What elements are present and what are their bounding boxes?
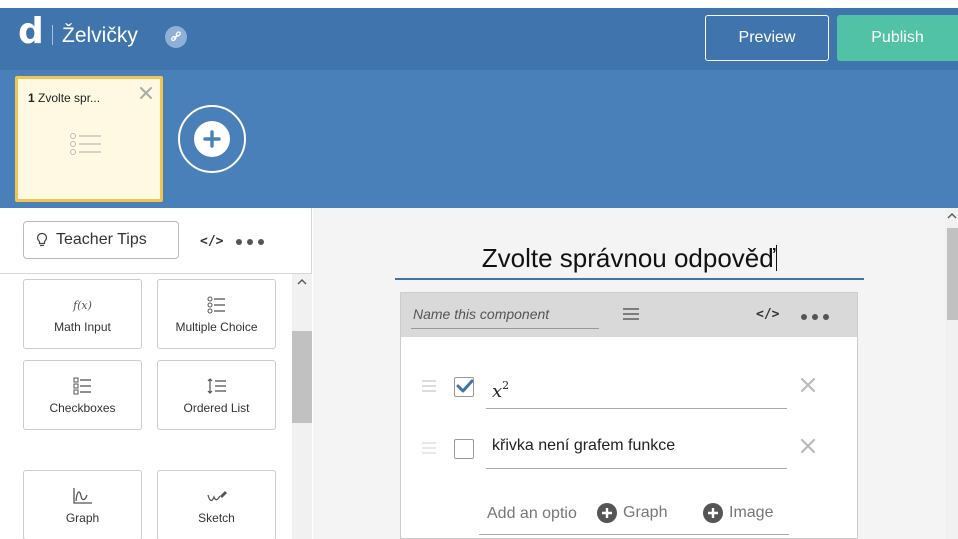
hamburger-icon[interactable] [622, 307, 640, 321]
drag-handle-icon[interactable] [421, 441, 437, 455]
close-icon[interactable] [799, 376, 817, 394]
tile-label: Ordered List [183, 401, 250, 415]
link-icon [171, 31, 181, 42]
ordered-list-tile[interactable]: Ordered List [157, 360, 276, 430]
chevron-up-icon[interactable] [297, 278, 307, 286]
code-icon[interactable]: </> [200, 234, 223, 249]
add-image-button[interactable]: Image [703, 503, 774, 523]
close-icon[interactable] [799, 437, 817, 455]
add-screen-button[interactable] [178, 105, 246, 173]
sidebar-header: Teacher Tips </> [0, 208, 312, 274]
plus-circle-icon [703, 503, 723, 523]
top-strip [0, 0, 958, 8]
preview-button[interactable]: Preview [705, 15, 829, 61]
tile-label: Graph [65, 511, 100, 525]
tile-label: Sketch [198, 511, 235, 525]
graph-icon [72, 488, 92, 504]
question-title-input[interactable]: Zvolte správnou odpověď [395, 238, 864, 280]
top-bar: d Želvičky Preview Publish [0, 0, 958, 70]
checkboxes-tile[interactable]: Checkboxes [23, 360, 142, 430]
tile-label: Multiple Choice [175, 320, 258, 334]
choice-row: x2 [401, 363, 857, 415]
more-options-button[interactable] [801, 314, 829, 320]
sketch-tile[interactable]: Sketch [157, 470, 276, 539]
fx-icon: f(x) [73, 298, 92, 312]
choice-input[interactable]: křivka není grafem funkce [486, 423, 787, 469]
sidebar-scroll-thumb[interactable] [292, 331, 312, 423]
checkboxes-icon [73, 377, 91, 395]
teacher-tips-button[interactable]: Teacher Tips [23, 221, 179, 259]
checkmark-icon [456, 379, 474, 393]
screen-title: Zvolte spr... [38, 91, 101, 105]
plus-icon [194, 121, 230, 157]
teacher-tips-label: Teacher Tips [56, 231, 147, 248]
title-divider [52, 25, 53, 45]
multiple-choice-tile[interactable]: Multiple Choice [157, 279, 276, 349]
multiple-choice-icon [207, 296, 225, 314]
share-link-button[interactable] [165, 26, 187, 48]
publish-button[interactable]: Publish [837, 15, 958, 61]
component-header: Name this component </> [401, 293, 857, 337]
add-graph-label: Graph [623, 504, 668, 521]
tile-label: Math Input [54, 320, 111, 334]
code-icon[interactable]: </> [756, 307, 779, 322]
plus-circle-icon [597, 503, 617, 523]
editor-scrollbar[interactable] [945, 208, 958, 539]
math-variable: x [492, 381, 503, 402]
desmos-logo[interactable]: d [18, 14, 44, 50]
add-image-label: Image [729, 504, 774, 521]
sidebar-scrollbar[interactable] [292, 274, 312, 539]
multiple-choice-icon [70, 133, 101, 155]
question-title-text: Zvolte správnou odpověď [481, 243, 776, 273]
sketch-icon [206, 491, 227, 502]
activity-title[interactable]: Želvičky [62, 24, 138, 48]
math-input-tile[interactable]: f(x) Math Input [23, 279, 142, 349]
screen-number: 1 [28, 91, 35, 105]
component-name-field[interactable]: Name this component [411, 303, 599, 329]
drag-handle-icon[interactable] [421, 379, 437, 393]
multiple-choice-component: Name this component </> x2 křivka není g… [400, 292, 858, 539]
more-options-button[interactable] [236, 239, 264, 245]
add-graph-button[interactable]: Graph [597, 503, 668, 523]
choice-row: křivka není grafem funkce [401, 423, 857, 475]
choice-checkbox[interactable] [454, 439, 474, 459]
add-option-row: Add an optio Graph Image [479, 495, 789, 535]
choice-checkbox[interactable] [454, 377, 474, 397]
screen-card-1[interactable]: 1 Zvolte spr... [15, 76, 163, 202]
editor-scroll-thumb[interactable] [947, 228, 958, 320]
lightbulb-icon [36, 232, 48, 247]
component-sidebar: Teacher Tips </> f(x) Math Input Multipl… [0, 208, 312, 539]
chevron-up-icon[interactable] [947, 212, 957, 220]
close-icon[interactable] [138, 85, 154, 101]
ordered-list-icon [207, 378, 226, 394]
text-cursor [776, 245, 778, 271]
math-exponent: 2 [502, 379, 510, 392]
app-root: d Želvičky Preview Publish 1 Zvolte spr.… [0, 0, 958, 539]
choice-input[interactable]: x2 [486, 363, 787, 409]
screen-card-title: 1 Zvolte spr... [28, 91, 100, 105]
add-option-input[interactable]: Add an optio [487, 505, 577, 523]
tile-label: Checkboxes [49, 401, 116, 415]
graph-tile[interactable]: Graph [23, 470, 142, 539]
